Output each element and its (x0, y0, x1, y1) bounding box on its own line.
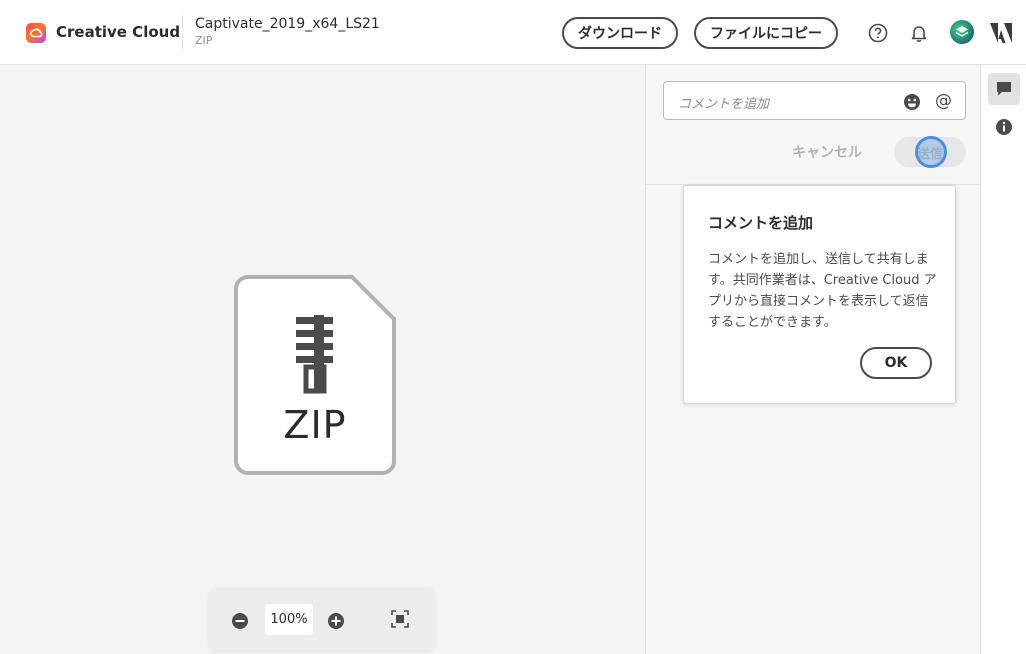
info-tab[interactable] (988, 111, 1020, 143)
ok-button[interactable]: OK (860, 347, 932, 379)
fit-screen-icon[interactable] (391, 610, 409, 628)
file-preview: ZIP 100% (0, 65, 645, 654)
comments-icon (997, 82, 1011, 96)
adobe-icon[interactable] (990, 22, 1012, 44)
popover-body: コメントを追加し、送信して共有します。共同作業者は、Creative Cloud… (708, 252, 937, 330)
file-type-badge: ZIP (283, 403, 347, 447)
help-icon[interactable] (867, 22, 889, 44)
info-icon (996, 119, 1012, 135)
comments-tab[interactable] (988, 73, 1020, 105)
click-indicator (915, 136, 947, 168)
zoom-level[interactable]: 100% (265, 604, 313, 635)
popover-title: コメントを追加 (708, 214, 814, 232)
file-type: ZIP (195, 34, 213, 47)
zoom-toolbar: 100% (209, 588, 435, 651)
emoji-icon[interactable] (903, 93, 921, 111)
zoom-in-icon[interactable] (327, 612, 345, 630)
zoom-out-icon[interactable] (231, 612, 249, 630)
comment-placeholder: コメントを追加 (678, 97, 770, 112)
avatar[interactable] (950, 20, 974, 44)
comments-panel: コメントを追加 @ キャンセル 送信 コメントを追加 コメントを追加し、送信して… (645, 65, 981, 654)
header-divider (182, 15, 183, 50)
layers-icon (955, 26, 969, 37)
add-comment-popover: コメントを追加 コメントを追加し、送信して共有します。共同作業者は、Creati… (683, 185, 956, 404)
bell-icon[interactable] (908, 22, 930, 44)
download-button[interactable]: ダウンロード (562, 17, 678, 49)
creative-cloud-icon (29, 28, 43, 38)
app-header: Creative Cloud Captivate_2019_x64_LS21 Z… (0, 0, 1026, 65)
at-icon[interactable]: @ (935, 91, 952, 111)
brand-name: Creative Cloud (56, 23, 181, 41)
copy-to-files-button[interactable]: ファイルにコピー (694, 17, 838, 49)
comment-input[interactable]: コメントを追加 @ (663, 81, 966, 120)
right-rail (982, 65, 1026, 654)
file-name: Captivate_2019_x64_LS21 (195, 16, 380, 32)
creative-cloud-logo[interactable] (26, 23, 46, 43)
cancel-button[interactable]: キャンセル (782, 137, 872, 167)
